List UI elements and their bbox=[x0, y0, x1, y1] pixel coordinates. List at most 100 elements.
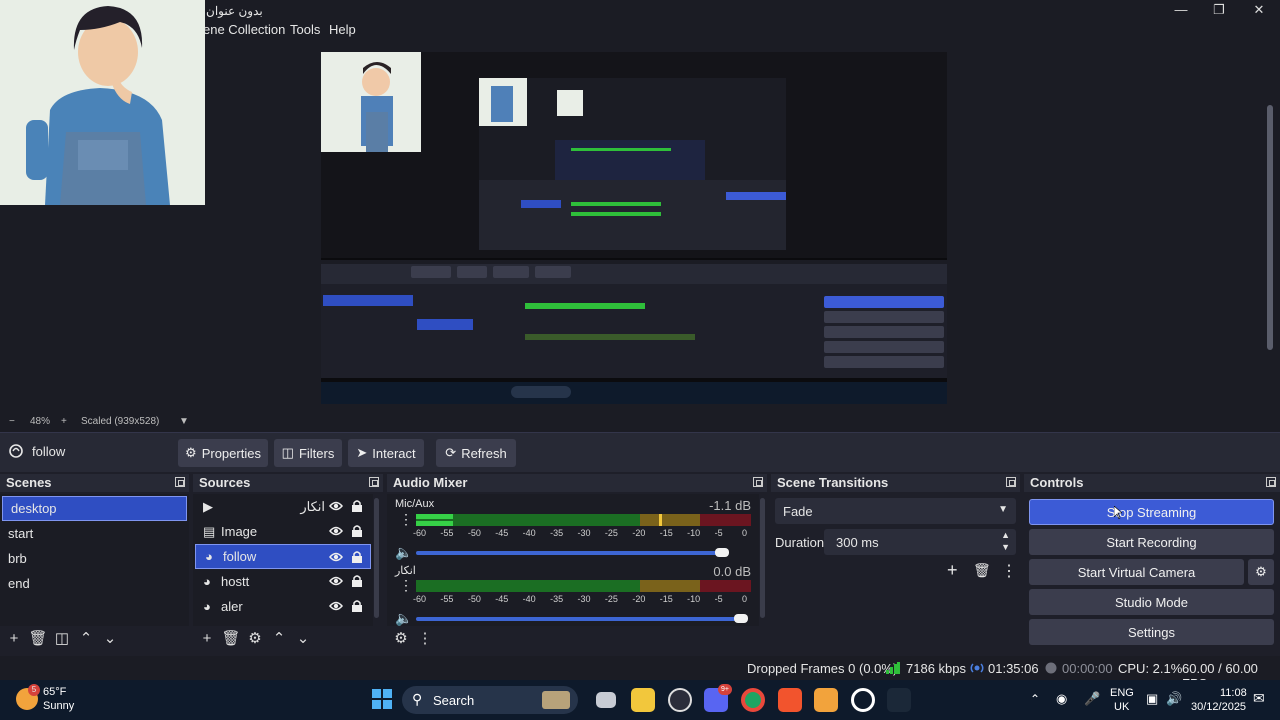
duration-value: 300 ms bbox=[836, 535, 879, 550]
refresh-button[interactable]: ⟳ Refresh bbox=[436, 439, 516, 467]
trash-icon[interactable]: 🗑 bbox=[26, 628, 50, 648]
vertical-scrollbar[interactable] bbox=[1267, 105, 1273, 350]
chevron-down-icon[interactable]: ▼ bbox=[179, 416, 189, 427]
task-view-icon[interactable] bbox=[596, 692, 616, 708]
file-explorer-icon[interactable] bbox=[631, 688, 655, 712]
taskbar-search[interactable]: ⚲ Search bbox=[402, 686, 578, 714]
undock-icon[interactable] bbox=[1006, 477, 1016, 487]
lock-icon[interactable] bbox=[350, 500, 364, 512]
transition-select[interactable]: Fade ▼ bbox=[775, 498, 1016, 524]
zoom-in-button[interactable]: + bbox=[61, 416, 67, 427]
chevron-down-icon[interactable]: ⌄ bbox=[98, 628, 122, 648]
language[interactable]: ENG bbox=[1110, 687, 1134, 699]
chevron-down-icon[interactable]: ⌄ bbox=[291, 628, 315, 648]
eye-icon[interactable] bbox=[329, 551, 343, 563]
eye-icon[interactable] bbox=[329, 525, 343, 537]
duration-input[interactable]: 300 ms ▲ ▼ bbox=[824, 529, 1016, 555]
region[interactable]: UK bbox=[1114, 701, 1129, 713]
virtual-camera-settings-button[interactable]: ⚙ bbox=[1248, 559, 1274, 585]
lock-icon[interactable] bbox=[350, 600, 364, 612]
settings-button[interactable]: Settings bbox=[1029, 619, 1274, 645]
microphone-icon[interactable]: 🎤 bbox=[1084, 691, 1100, 707]
menu-help[interactable]: Help bbox=[329, 22, 356, 37]
source-item[interactable]: ▤ Image bbox=[193, 519, 373, 544]
windows-start-icon[interactable] bbox=[372, 689, 392, 709]
preview-canvas[interactable] bbox=[321, 52, 947, 404]
studio-mode-button[interactable]: Studio Mode bbox=[1029, 589, 1274, 615]
minimize-icon[interactable]: — bbox=[1166, 2, 1196, 20]
source-item-selected[interactable]: ◕ follow bbox=[195, 544, 371, 569]
speaker-icon[interactable]: 🔈 bbox=[395, 610, 412, 627]
steam-icon[interactable] bbox=[887, 688, 911, 712]
clock-date[interactable]: 30/12/2025 bbox=[1191, 701, 1246, 713]
eye-icon[interactable] bbox=[329, 600, 343, 612]
source-item[interactable]: ◕ hostt bbox=[193, 569, 373, 594]
clock-time[interactable]: 11:08 bbox=[1220, 687, 1247, 699]
undock-icon[interactable] bbox=[175, 477, 185, 487]
chevron-up-icon[interactable]: ⌃ bbox=[74, 628, 98, 648]
undock-icon[interactable] bbox=[753, 477, 763, 487]
mouse-cursor-icon bbox=[1114, 506, 1122, 519]
hidden-eye-icon[interactable]: ◉ bbox=[1056, 691, 1067, 707]
lock-icon[interactable] bbox=[350, 551, 364, 563]
menu-scene-collection[interactable]: ene Collection bbox=[203, 22, 285, 37]
chrome-icon[interactable] bbox=[741, 688, 765, 712]
volume-slider[interactable] bbox=[416, 617, 741, 621]
gear-icon[interactable]: ⚙ bbox=[243, 628, 267, 648]
eye-icon[interactable] bbox=[329, 575, 343, 587]
maximize-icon[interactable]: ❐ bbox=[1204, 2, 1234, 20]
menu-tools[interactable]: Tools bbox=[290, 22, 320, 37]
window-title: بدون عنوان bbox=[206, 4, 263, 18]
eye-icon[interactable] bbox=[329, 500, 343, 512]
stop-streaming-button[interactable]: Stop Streaming bbox=[1029, 499, 1274, 525]
obs-icon[interactable] bbox=[668, 688, 692, 712]
sources-scrollbar[interactable] bbox=[374, 498, 379, 618]
close-icon[interactable]: ✕ bbox=[1244, 2, 1274, 20]
start-recording-button[interactable]: Start Recording bbox=[1029, 529, 1274, 555]
brave-icon[interactable] bbox=[778, 688, 802, 712]
notification-bell-icon[interactable]: ✉ bbox=[1253, 690, 1265, 707]
chevron-up-icon[interactable]: ⌃ bbox=[267, 628, 291, 648]
settings-gear-icon[interactable] bbox=[851, 688, 875, 712]
trash-icon[interactable]: 🗑 bbox=[219, 628, 243, 648]
zoom-out-button[interactable]: − bbox=[9, 416, 15, 427]
app-icon[interactable] bbox=[814, 688, 838, 712]
lock-icon[interactable] bbox=[350, 575, 364, 587]
trash-icon[interactable]: 🗑 bbox=[973, 562, 991, 579]
lock-icon[interactable] bbox=[350, 525, 364, 537]
network-icon[interactable]: ▣ bbox=[1146, 691, 1158, 707]
scene-item-start[interactable]: start bbox=[0, 521, 189, 546]
interact-button[interactable]: ➤ Interact bbox=[348, 439, 424, 467]
chevron-up-icon[interactable]: ⌃ bbox=[1030, 692, 1040, 706]
volume-slider[interactable] bbox=[416, 551, 722, 555]
gear-icon[interactable]: ⚙ bbox=[389, 628, 413, 648]
start-virtual-camera-button[interactable]: Start Virtual Camera bbox=[1029, 559, 1244, 585]
undock-icon[interactable] bbox=[369, 477, 379, 487]
kebab-menu-icon[interactable]: ⋮ bbox=[399, 578, 413, 598]
kebab-menu-icon[interactable]: ⋮ bbox=[1001, 561, 1017, 581]
scene-item-end[interactable]: end bbox=[0, 571, 189, 596]
speaker-icon[interactable]: 🔈 bbox=[395, 544, 412, 561]
scene-transitions-title: Scene Transitions bbox=[777, 475, 889, 490]
properties-button[interactable]: ⚙ Properties bbox=[178, 439, 268, 467]
kebab-menu-icon[interactable]: ⋮ bbox=[413, 628, 437, 648]
volume-slider-knob[interactable] bbox=[715, 548, 729, 557]
add-icon[interactable]: + bbox=[2, 628, 26, 648]
scale-mode[interactable]: Scaled (939x528) bbox=[81, 416, 159, 427]
source-item[interactable]: ▶ انكار bbox=[193, 494, 373, 519]
speaker-icon[interactable]: 🔊 bbox=[1166, 691, 1182, 707]
add-icon[interactable]: + bbox=[947, 560, 958, 581]
meter-scale-label: -25 bbox=[604, 528, 618, 538]
filters-button[interactable]: ◫ Filters bbox=[274, 439, 342, 467]
scene-item-brb[interactable]: brb bbox=[0, 546, 189, 571]
scene-item-desktop[interactable]: desktop bbox=[2, 496, 187, 521]
add-icon[interactable]: + bbox=[195, 628, 219, 648]
volume-slider-knob[interactable] bbox=[734, 614, 748, 623]
chevron-down-icon[interactable]: ▼ bbox=[1001, 542, 1010, 552]
undock-icon[interactable] bbox=[1266, 477, 1276, 487]
chevron-up-icon[interactable]: ▲ bbox=[1001, 530, 1010, 540]
kebab-menu-icon[interactable]: ⋮ bbox=[399, 512, 413, 532]
source-item[interactable]: ◕ aler bbox=[193, 594, 373, 619]
mixer-scrollbar[interactable] bbox=[760, 498, 765, 618]
filter-icon[interactable]: ◫ bbox=[50, 628, 74, 648]
